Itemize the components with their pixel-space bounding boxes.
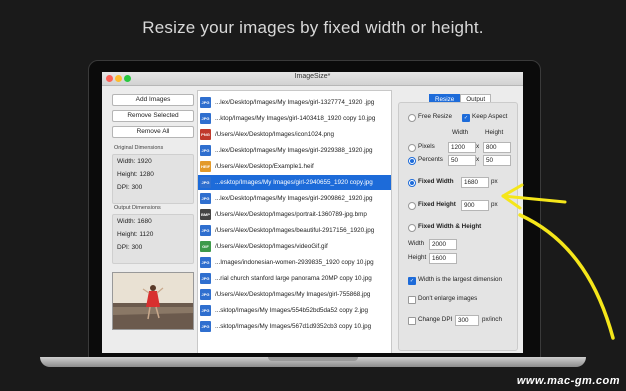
annotation-arrow-icon <box>501 183 615 340</box>
watermark: www.mac-gm.com <box>516 375 620 387</box>
